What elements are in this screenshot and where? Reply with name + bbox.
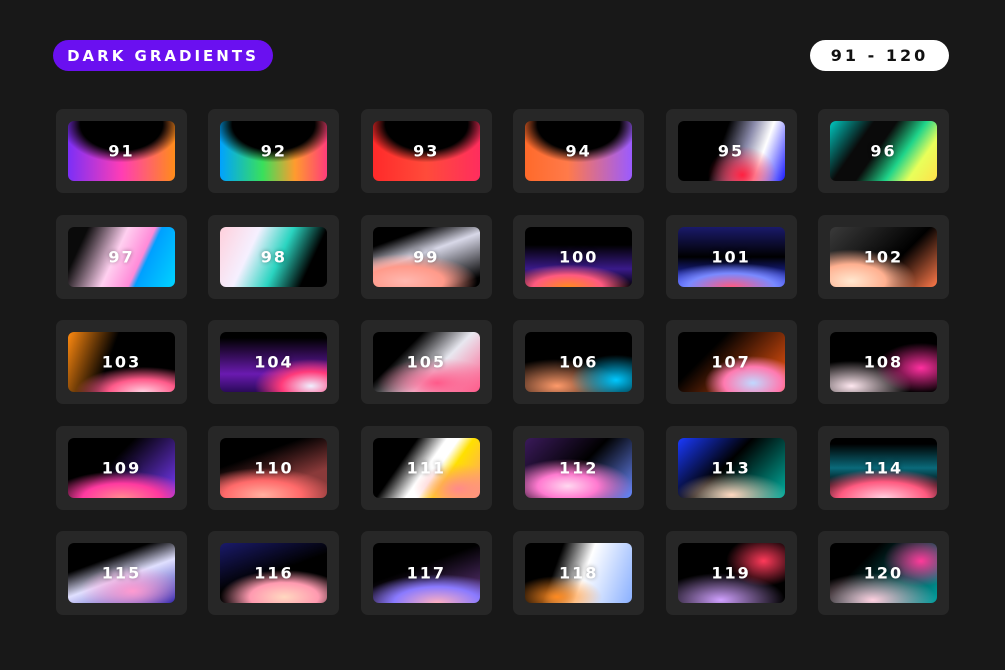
gradient-card[interactable]: 117	[360, 531, 492, 615]
swatch-number: 93	[413, 141, 440, 161]
gradient-swatch: 105	[372, 332, 480, 392]
swatch-number: 120	[863, 563, 904, 583]
gradient-card[interactable]: 120	[817, 531, 949, 615]
gradient-swatch: 114	[829, 437, 937, 498]
gradient-card[interactable]: 96	[817, 109, 949, 193]
swatch-number: 94	[565, 141, 592, 161]
range-badge: 91 - 120	[810, 40, 949, 71]
gradient-swatch: 95	[677, 121, 785, 181]
gradient-swatch: 117	[372, 543, 480, 603]
gradient-swatch: 102	[829, 226, 937, 287]
gradient-swatch: 111	[372, 437, 480, 498]
gradient-swatch: 98	[220, 226, 328, 287]
swatch-number: 106	[558, 352, 599, 372]
gradient-swatch: 93	[372, 121, 480, 181]
gradient-swatch: 115	[68, 543, 175, 603]
gradient-card[interactable]: 93	[360, 109, 492, 193]
gradient-card[interactable]: 97	[56, 214, 187, 299]
gradient-card[interactable]: 99	[360, 214, 492, 299]
swatch-number: 95	[717, 141, 745, 161]
swatch-number: 117	[406, 563, 446, 583]
gradient-swatch: 113	[677, 437, 785, 498]
gradient-swatch: 103	[68, 332, 175, 392]
gradient-swatch: 109	[68, 437, 175, 498]
swatch-number: 107	[711, 352, 751, 372]
gradient-card[interactable]: 114	[817, 425, 949, 510]
gradient-swatch: 119	[677, 543, 785, 603]
gradient-swatch: 110	[220, 437, 328, 498]
swatch-number: 104	[254, 352, 294, 372]
gradient-card[interactable]: 105	[360, 320, 492, 404]
gradient-card[interactable]: 111	[360, 425, 492, 510]
gradient-card[interactable]: 95	[665, 109, 797, 193]
gradient-swatch: 108	[829, 332, 937, 392]
collection-title-badge: DARK GRADIENTS	[53, 40, 273, 71]
gradient-card[interactable]: 94	[513, 109, 645, 193]
swatch-number: 98	[260, 247, 288, 266]
gradient-card[interactable]: 110	[208, 425, 340, 510]
gradient-swatch: 100	[525, 226, 633, 287]
gradient-card[interactable]: 108	[817, 320, 949, 404]
swatch-number: 105	[406, 352, 446, 372]
gradient-swatch: 91	[68, 121, 175, 181]
gradient-card[interactable]: 109	[56, 425, 187, 510]
swatch-number: 92	[260, 141, 288, 161]
swatch-number: 114	[863, 458, 904, 477]
swatch-number: 97	[108, 247, 135, 266]
gradient-card[interactable]: 118	[513, 531, 645, 615]
swatch-number: 116	[254, 563, 294, 583]
swatch-number: 101	[711, 247, 751, 266]
gradient-grid: 91 92 93 94 95 96 97 98 99 100 101 102 1…	[56, 109, 949, 615]
swatch-number: 96	[870, 141, 897, 161]
gradient-card[interactable]: 107	[665, 320, 797, 404]
gradient-card[interactable]: 102	[817, 214, 949, 299]
gradient-swatch: 99	[372, 226, 480, 287]
swatch-number: 99	[413, 247, 440, 266]
gradient-card[interactable]: 106	[513, 320, 645, 404]
swatch-number: 115	[101, 563, 142, 583]
swatch-number: 109	[101, 458, 142, 477]
gradient-card[interactable]: 112	[513, 425, 645, 510]
gradient-collection-page: DARK GRADIENTS 91 - 120 91 92 93 94 95 9…	[0, 0, 1005, 670]
swatch-number: 111	[406, 458, 446, 477]
gradient-swatch: 96	[829, 121, 937, 181]
swatch-number: 91	[108, 141, 135, 161]
gradient-swatch: 94	[525, 121, 633, 181]
swatch-number: 119	[711, 563, 751, 583]
swatch-number: 103	[101, 352, 142, 372]
swatch-number: 110	[254, 458, 294, 477]
swatch-number: 102	[863, 247, 904, 266]
gradient-card[interactable]: 113	[665, 425, 797, 510]
gradient-swatch: 120	[829, 543, 937, 603]
gradient-card[interactable]: 116	[208, 531, 340, 615]
gradient-card[interactable]: 92	[208, 109, 340, 193]
gradient-card[interactable]: 101	[665, 214, 797, 299]
gradient-card[interactable]: 103	[56, 320, 187, 404]
gradient-card[interactable]: 91	[56, 109, 187, 193]
gradient-card[interactable]: 104	[208, 320, 340, 404]
gradient-swatch: 116	[220, 543, 328, 603]
swatch-number: 113	[711, 458, 751, 477]
gradient-swatch: 112	[525, 437, 633, 498]
swatch-number: 112	[558, 458, 599, 477]
gradient-swatch: 104	[220, 332, 328, 392]
swatch-number: 100	[558, 247, 599, 266]
swatch-number: 118	[558, 563, 599, 583]
gradient-swatch: 97	[68, 226, 175, 287]
swatch-number: 108	[863, 352, 904, 372]
gradient-swatch: 118	[525, 543, 633, 603]
gradient-swatch: 92	[220, 121, 328, 181]
gradient-swatch: 107	[677, 332, 785, 392]
gradient-card[interactable]: 115	[56, 531, 187, 615]
gradient-card[interactable]: 98	[208, 214, 340, 299]
gradient-swatch: 106	[525, 332, 633, 392]
gradient-card[interactable]: 100	[513, 214, 645, 299]
gradient-swatch: 101	[677, 226, 785, 287]
gradient-card[interactable]: 119	[665, 531, 797, 615]
